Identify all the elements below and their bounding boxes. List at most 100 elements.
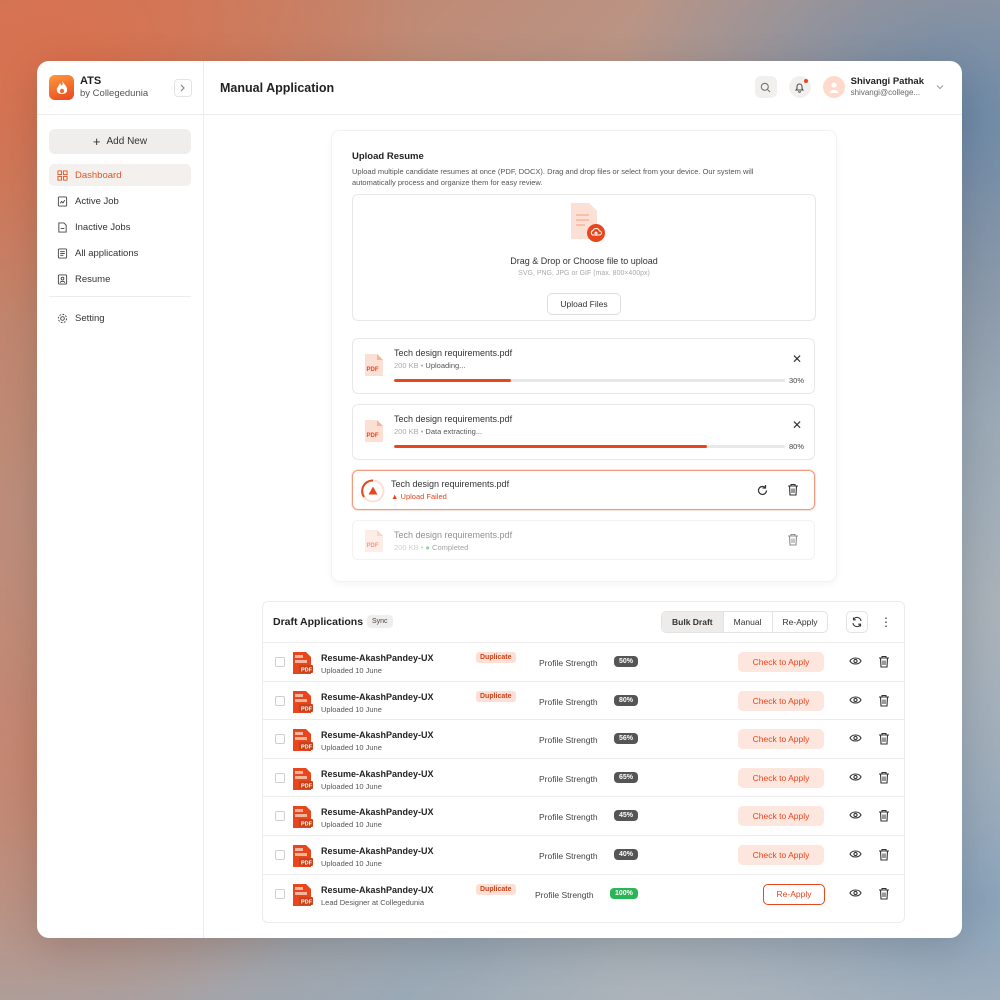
pdf-file-icon: PDF — [293, 652, 313, 674]
dashboard-icon — [57, 169, 68, 181]
trash-icon[interactable] — [878, 732, 890, 745]
plus-icon: + — [92, 133, 101, 149]
trash-icon[interactable] — [878, 694, 890, 707]
row-checkbox[interactable] — [275, 849, 285, 860]
profile-strength-label: Profile Strength — [539, 812, 598, 823]
resume-subtitle: Lead Designer at Collegedunia — [321, 897, 424, 907]
resume-name[interactable]: Resume-AkashPandey-UX — [321, 692, 434, 702]
profile-strength-label: Profile Strength — [539, 658, 598, 668]
row-checkbox[interactable] — [275, 811, 285, 822]
sidebar-item-active-job[interactable]: Active Job — [49, 190, 191, 212]
pdf-label: PDF — [367, 367, 379, 373]
pdf-file-icon: PDF — [365, 354, 383, 376]
eye-icon[interactable] — [849, 810, 862, 820]
resume-name[interactable]: Resume-AkashPandey-UX — [321, 730, 434, 740]
close-icon[interactable]: ✕ — [792, 352, 802, 366]
sync-badge[interactable]: Sync — [367, 615, 393, 628]
row-checkbox[interactable] — [275, 695, 285, 706]
chevron-down-icon — [936, 85, 944, 90]
profile-strength-label: Profile Strength — [539, 850, 598, 861]
trash-icon[interactable] — [878, 655, 890, 668]
eye-icon[interactable] — [849, 849, 862, 859]
file-status: Data extracting... — [425, 427, 483, 436]
search-icon — [760, 82, 771, 92]
row-checkbox[interactable] — [275, 734, 285, 745]
draft-title: Draft Applications — [273, 616, 364, 628]
tab-bulk-draft[interactable]: Bulk Draft — [662, 612, 724, 632]
sidebar-item-all-applications[interactable]: All applications — [49, 242, 191, 264]
row-checkbox[interactable] — [275, 888, 285, 899]
file-status: Uploading... — [425, 361, 466, 370]
pdf-file-icon: PDF — [293, 729, 313, 752]
duplicate-badge: Duplicate — [476, 883, 516, 895]
avatar — [822, 76, 845, 98]
tab-manual[interactable]: Manual — [724, 612, 773, 632]
profile-strength-badge: 80% — [614, 694, 639, 706]
trash-icon[interactable] — [878, 771, 890, 784]
resume-name[interactable]: Resume-AkashPandey-UX — [321, 885, 434, 895]
tab-re-apply[interactable]: Re-Apply — [773, 612, 828, 632]
applications-icon — [57, 247, 68, 259]
pdf-label: PDF — [367, 433, 379, 439]
progress-bar — [394, 445, 785, 448]
drop-title: Drag & Drop or Choose file to upload — [510, 256, 658, 266]
trash-icon[interactable] — [878, 887, 890, 900]
notifications-button[interactable] — [788, 76, 811, 98]
trash-icon[interactable] — [878, 809, 890, 822]
main-content: Manual Application Shivangi Pathak shiva… — [204, 61, 962, 938]
pdf-label: PDF — [301, 860, 313, 866]
eye-icon[interactable] — [849, 656, 862, 666]
resume-name[interactable]: Resume-AkashPandey-UX — [321, 653, 434, 663]
close-icon[interactable]: ✕ — [792, 418, 802, 432]
check-to-apply-button[interactable]: Check to Apply — [738, 767, 824, 788]
resume-name[interactable]: Resume-AkashPandey-UX — [321, 846, 434, 856]
search-button[interactable] — [754, 76, 777, 98]
pdf-label: PDF — [301, 745, 313, 751]
pdf-label: PDF — [301, 822, 313, 828]
trash-icon[interactable] — [787, 533, 799, 546]
eye-icon[interactable] — [849, 695, 862, 705]
check-to-apply-button[interactable]: Check to Apply — [738, 844, 824, 865]
upload-file-item: PDF Tech design requirements.pdf 200 KB … — [352, 338, 815, 394]
gear-icon — [57, 313, 68, 323]
eye-icon[interactable] — [849, 888, 862, 898]
profile-strength-badge: 65% — [614, 771, 639, 783]
resume-name[interactable]: Resume-AkashPandey-UX — [321, 807, 434, 817]
trash-icon[interactable] — [878, 848, 890, 861]
add-new-label: Add New — [106, 136, 148, 147]
check-to-apply-button[interactable]: Check to Apply — [738, 806, 824, 827]
upload-files-button[interactable]: Upload Files — [547, 293, 621, 315]
more-options-icon[interactable]: ⋮ — [880, 615, 892, 629]
collapse-sidebar-button[interactable] — [174, 79, 192, 97]
file-meta: 200 KB • ● Completed — [394, 543, 469, 552]
progress-percent: 30% — [788, 376, 804, 385]
check-to-apply-button[interactable]: Check to Apply — [738, 729, 824, 750]
sidebar-item-dashboard[interactable]: Dashboard — [49, 164, 191, 186]
upload-file-item-failed: Tech design requirements.pdf ▲ Upload Fa… — [352, 470, 815, 510]
check-to-apply-button[interactable]: Check to Apply — [738, 652, 824, 672]
top-bar: Manual Application Shivangi Pathak shiva… — [204, 61, 962, 115]
sidebar-item-setting[interactable]: Setting — [49, 307, 191, 329]
pdf-file-icon: PDF — [365, 530, 383, 552]
resume-name[interactable]: Resume-AkashPandey-UX — [321, 769, 434, 779]
retry-icon[interactable] — [756, 484, 769, 497]
trash-icon[interactable] — [787, 483, 799, 496]
re-apply-button[interactable]: Re-Apply — [763, 883, 825, 905]
refresh-button[interactable] — [846, 611, 868, 633]
sidebar-item-inactive-jobs[interactable]: Inactive Jobs — [49, 216, 191, 238]
profile-strength-badge: 45% — [614, 810, 639, 822]
refresh-icon — [852, 616, 862, 628]
check-to-apply-button[interactable]: Check to Apply — [738, 690, 824, 711]
row-checkbox[interactable] — [275, 657, 285, 667]
add-new-button[interactable]: + Add New — [49, 129, 191, 154]
drop-zone[interactable]: Drag & Drop or Choose file to upload SVG… — [352, 194, 816, 321]
row-checkbox[interactable] — [275, 772, 285, 783]
sidebar-item-resume[interactable]: Resume — [49, 268, 191, 290]
file-name: Tech design requirements.pdf — [394, 348, 513, 358]
draft-header: Draft Applications Sync Bulk Draft Manua… — [263, 602, 904, 643]
eye-icon[interactable] — [849, 772, 862, 782]
duplicate-badge: Duplicate — [476, 690, 516, 702]
user-menu[interactable]: Shivangi Pathak shivangi@college... — [822, 76, 944, 98]
eye-icon[interactable] — [849, 733, 862, 743]
table-row: PDF Resume-AkashPandey-UX Lead Designer … — [263, 875, 904, 914]
